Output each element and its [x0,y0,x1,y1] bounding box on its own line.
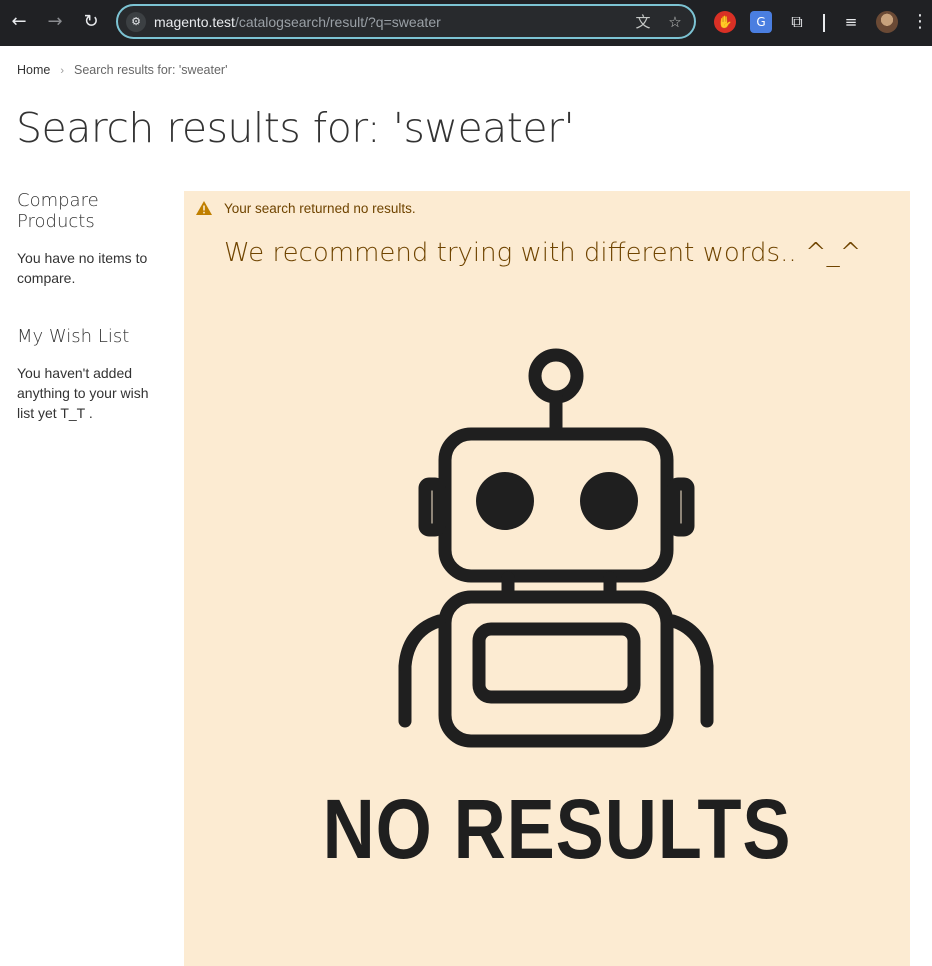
address-bar[interactable]: ⚙ magento.test/catalogsearch/result/?q=s… [116,4,696,39]
forward-button[interactable]: → [42,9,68,35]
no-results-banner-text: NO RESULTS [322,782,792,876]
bookmark-star-icon[interactable]: ☆ [664,11,686,33]
translate-icon[interactable]: 文 [632,11,654,33]
breadcrumb-home-link[interactable]: Home [17,63,50,77]
back-button[interactable]: ← [6,9,32,35]
breadcrumb-separator-icon: › [60,65,65,77]
wishlist-block: My Wish List You haven't added anything … [17,326,167,423]
browser-toolbar: ← → ↻ ⚙ magento.test/catalogsearch/resul… [0,0,932,46]
toolbar-divider [823,14,825,32]
media-controls-icon[interactable]: ≡ [840,11,862,33]
extensions-puzzle-icon[interactable]: ⧉ [786,11,808,33]
adblock-extension-icon[interactable]: ✋ [714,11,736,33]
url-path: /catalogsearch/result/?q=sweater [234,14,441,30]
url-text[interactable]: magento.test/catalogsearch/result/?q=swe… [154,14,441,30]
breadcrumb: Home › Search results for: 'sweater' [17,63,227,77]
browser-menu-icon[interactable]: ⋮ [910,9,930,35]
google-translate-extension-icon[interactable]: G [750,11,772,33]
reload-button[interactable]: ↻ [78,9,104,35]
wishlist-empty-text: You haven't added anything to your wish … [17,365,149,421]
warning-icon [196,201,212,215]
compare-title: Compare Products [17,190,99,232]
no-results-notice: Your search returned no results. We reco… [184,191,910,966]
compare-block: Compare Products You have no items to co… [17,190,167,288]
profile-avatar[interactable] [876,11,898,33]
breadcrumb-current: Search results for: 'sweater' [74,63,228,77]
url-host: magento.test [154,14,235,30]
wishlist-title: My Wish List [17,326,130,347]
notice-message: Your search returned no results. [224,201,416,216]
robot-illustration [398,348,714,748]
page-title: Search results for: 'sweater' [16,104,575,152]
recommendation-text: We recommend trying with different words… [224,238,862,268]
sidebar: Compare Products You have no items to co… [17,190,167,423]
site-info-icon[interactable]: ⚙ [126,12,146,32]
compare-empty-text: You have no items to compare. [17,250,148,286]
